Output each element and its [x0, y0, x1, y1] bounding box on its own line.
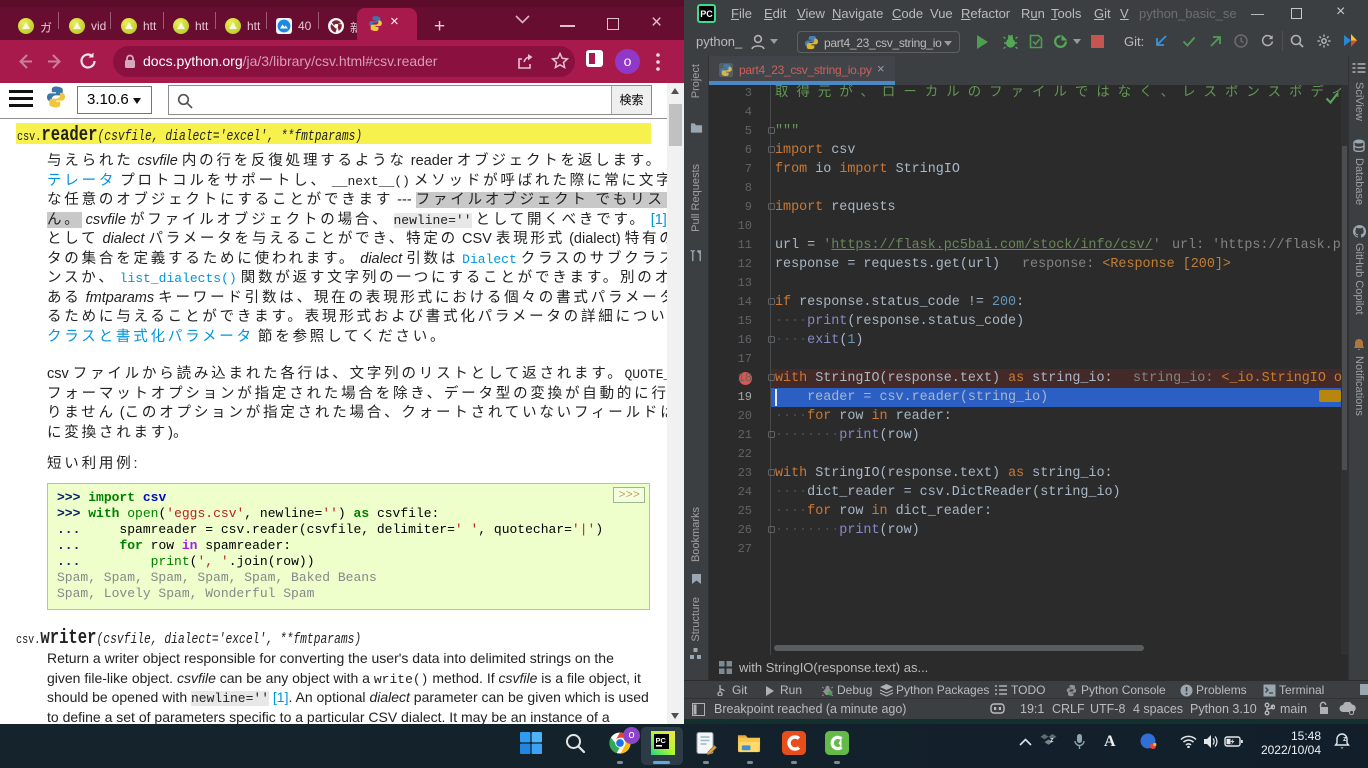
svg-text:PC: PC: [656, 736, 667, 745]
svg-text:z: z: [1050, 737, 1054, 744]
svg-text:z: z: [1343, 736, 1347, 743]
